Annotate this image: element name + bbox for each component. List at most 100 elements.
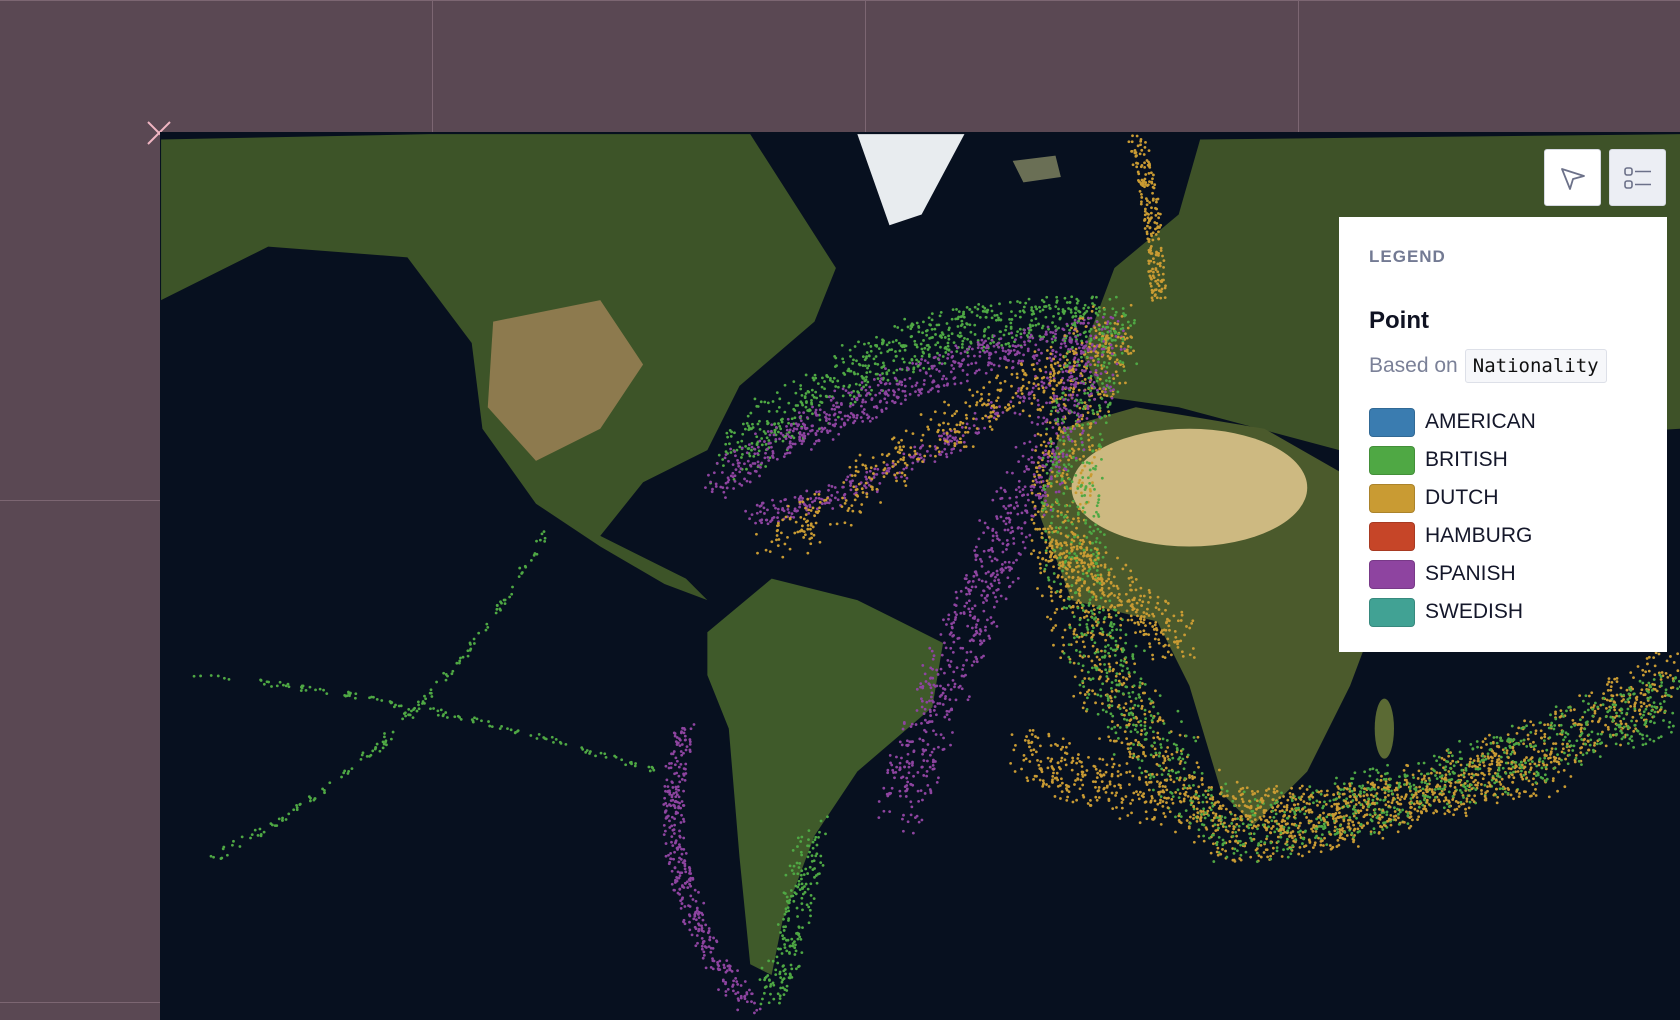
ship-position-point xyxy=(1091,444,1094,447)
ship-position-point xyxy=(923,672,927,676)
ship-position-point xyxy=(1017,387,1021,390)
ship-position-point xyxy=(960,687,964,691)
ship-position-point xyxy=(1571,719,1575,722)
ship-position-point xyxy=(1196,797,1200,801)
ship-position-point xyxy=(877,816,881,820)
ship-position-point xyxy=(827,395,831,399)
ship-position-point xyxy=(762,506,766,510)
ship-position-point xyxy=(943,715,947,719)
ship-position-point xyxy=(1067,463,1071,466)
ship-position-point xyxy=(1443,812,1447,816)
ship-position-point xyxy=(860,503,864,506)
ship-position-point xyxy=(1054,405,1057,409)
ship-position-point xyxy=(972,574,976,578)
ship-position-point xyxy=(1016,330,1019,334)
ship-position-point xyxy=(1071,390,1075,394)
ship-position-point xyxy=(933,327,937,331)
ship-position-point xyxy=(970,347,974,351)
ship-position-point xyxy=(963,350,967,354)
ship-position-point xyxy=(784,437,788,440)
ship-position-point xyxy=(922,774,926,777)
ship-position-point xyxy=(1027,457,1031,461)
ship-position-point xyxy=(755,503,759,507)
ship-position-point xyxy=(901,343,905,347)
ship-position-point xyxy=(1017,552,1021,555)
ship-position-point xyxy=(937,358,941,362)
ship-position-point xyxy=(1102,620,1106,624)
ship-position-point xyxy=(921,433,925,437)
ship-position-point xyxy=(1038,310,1042,313)
ship-position-point xyxy=(1338,836,1342,840)
ship-position-point xyxy=(1143,720,1147,724)
ship-position-point xyxy=(1062,439,1066,443)
ship-position-point xyxy=(976,346,980,350)
ship-position-point xyxy=(898,761,902,765)
ship-position-point xyxy=(1052,572,1056,575)
ship-position-point xyxy=(1658,708,1662,712)
ship-position-point xyxy=(1114,739,1118,743)
ship-position-point xyxy=(934,343,938,347)
ship-position-point xyxy=(912,749,916,753)
ship-position-point xyxy=(1072,360,1076,364)
ship-position-point xyxy=(917,820,921,824)
ship-position-point xyxy=(1197,828,1201,832)
ship-position-point xyxy=(1085,707,1089,711)
ship-position-point xyxy=(930,750,934,754)
ship-position-point xyxy=(1102,393,1106,397)
ship-position-point xyxy=(1104,345,1108,349)
ship-position-point xyxy=(848,369,851,373)
ship-position-point xyxy=(886,394,890,397)
ship-position-point xyxy=(1176,709,1180,713)
ship-position-point xyxy=(1532,777,1535,781)
ship-position-point xyxy=(1174,815,1177,819)
ship-position-point xyxy=(1644,670,1648,674)
ship-position-point xyxy=(1104,645,1107,649)
ship-position-point xyxy=(1083,391,1087,395)
ship-position-point xyxy=(959,364,962,368)
ship-position-point xyxy=(1479,746,1483,749)
ship-position-point xyxy=(764,451,767,455)
ship-position-point xyxy=(1086,631,1090,635)
ship-position-point xyxy=(781,508,784,512)
ship-position-point xyxy=(994,531,998,535)
ship-position-point xyxy=(799,387,803,391)
ship-position-point xyxy=(848,465,852,469)
ship-position-point xyxy=(874,355,878,358)
ship-position-point xyxy=(1192,840,1196,844)
ship-position-point xyxy=(1131,706,1135,710)
ship-position-point xyxy=(1063,362,1067,365)
ship-position-point xyxy=(995,624,999,628)
ship-position-point xyxy=(1056,575,1060,579)
ship-position-point xyxy=(1629,704,1633,708)
ship-position-point xyxy=(1098,409,1102,413)
ship-position-point xyxy=(931,676,935,680)
ship-position-point xyxy=(1333,829,1337,833)
ship-position-point xyxy=(814,496,818,500)
ship-position-point xyxy=(996,396,1000,400)
ship-position-point xyxy=(952,341,956,344)
ship-position-point xyxy=(941,355,945,358)
ship-position-point xyxy=(1109,622,1113,626)
ship-position-point xyxy=(955,350,959,353)
ship-position-point xyxy=(1041,468,1045,472)
ship-position-point xyxy=(1054,624,1058,627)
ship-position-point xyxy=(1097,620,1100,624)
ship-position-point xyxy=(876,377,880,380)
ship-position-point xyxy=(802,435,806,439)
ship-position-point xyxy=(1063,334,1067,338)
ship-position-point xyxy=(860,381,864,384)
ship-position-point xyxy=(1534,729,1538,733)
ship-position-point xyxy=(894,770,898,774)
ship-position-point xyxy=(1231,799,1235,803)
ship-position-point xyxy=(1045,401,1048,405)
ship-position-point xyxy=(1028,533,1032,537)
ship-position-point xyxy=(1131,654,1135,658)
ship-position-point xyxy=(974,555,978,558)
ship-position-point xyxy=(1193,796,1197,800)
ship-position-point xyxy=(1505,749,1509,752)
ship-position-point xyxy=(1009,400,1013,404)
ship-position-point xyxy=(1122,365,1126,368)
ship-position-point xyxy=(903,348,907,352)
ship-position-point xyxy=(1532,772,1536,776)
ship-position-point xyxy=(825,417,828,420)
